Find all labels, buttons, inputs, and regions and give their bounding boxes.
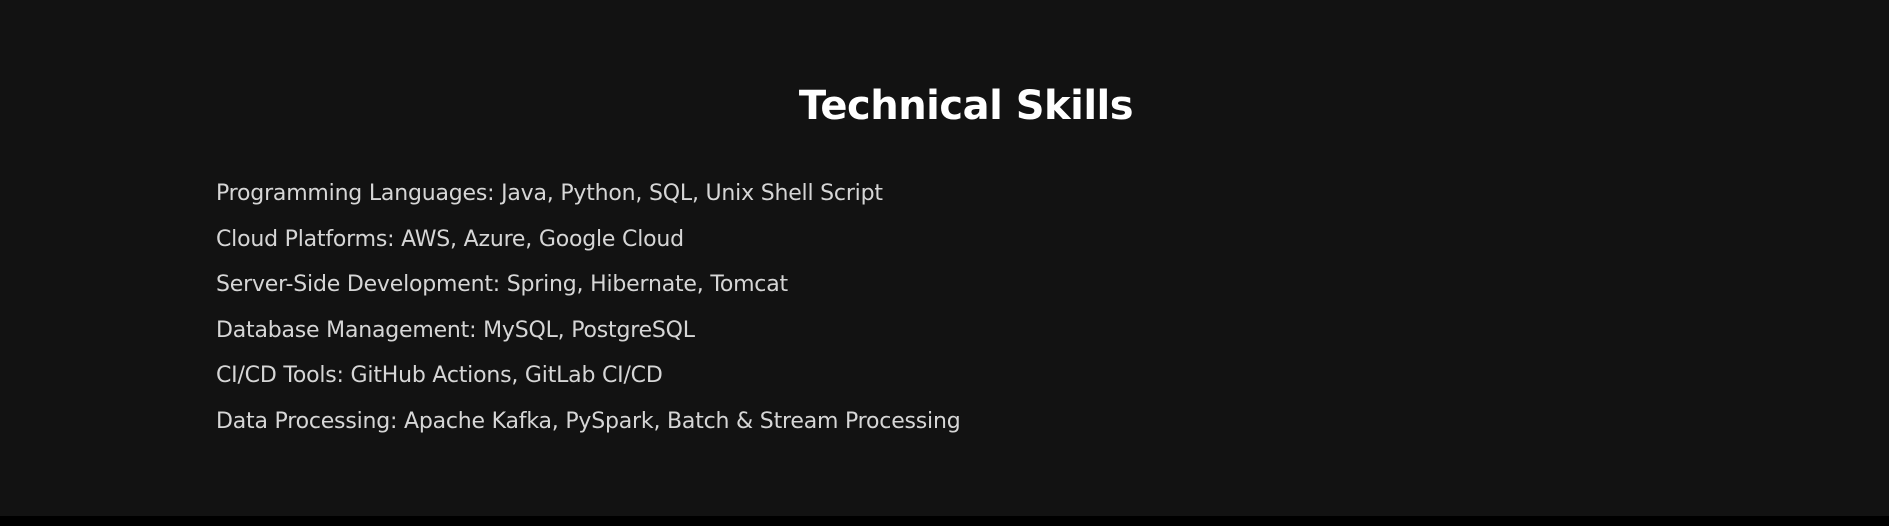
page-bottom-edge	[0, 516, 1889, 526]
section-title: Technical Skills	[798, 83, 1134, 129]
technical-skills-section: Technical Skills Programming Languages: …	[0, 0, 1889, 516]
skill-item-server-side-development: Server-Side Development: Spring, Hiberna…	[216, 272, 788, 298]
skill-item-ci-cd-tools: CI/CD Tools: GitHub Actions, GitLab CI/C…	[216, 363, 663, 389]
skill-item-programming-languages: Programming Languages: Java, Python, SQL…	[216, 181, 883, 206]
skill-item-database-management: Database Management: MySQL, PostgreSQL	[216, 317, 695, 343]
skill-item-data-processing: Data Processing: Apache Kafka, PySpark, …	[216, 408, 961, 434]
skills-list: Programming Languages: Java, Python, SQL…	[216, 171, 961, 445]
skill-item-cloud-platforms: Cloud Platforms: AWS, Azure, Google Clou…	[216, 226, 684, 252]
